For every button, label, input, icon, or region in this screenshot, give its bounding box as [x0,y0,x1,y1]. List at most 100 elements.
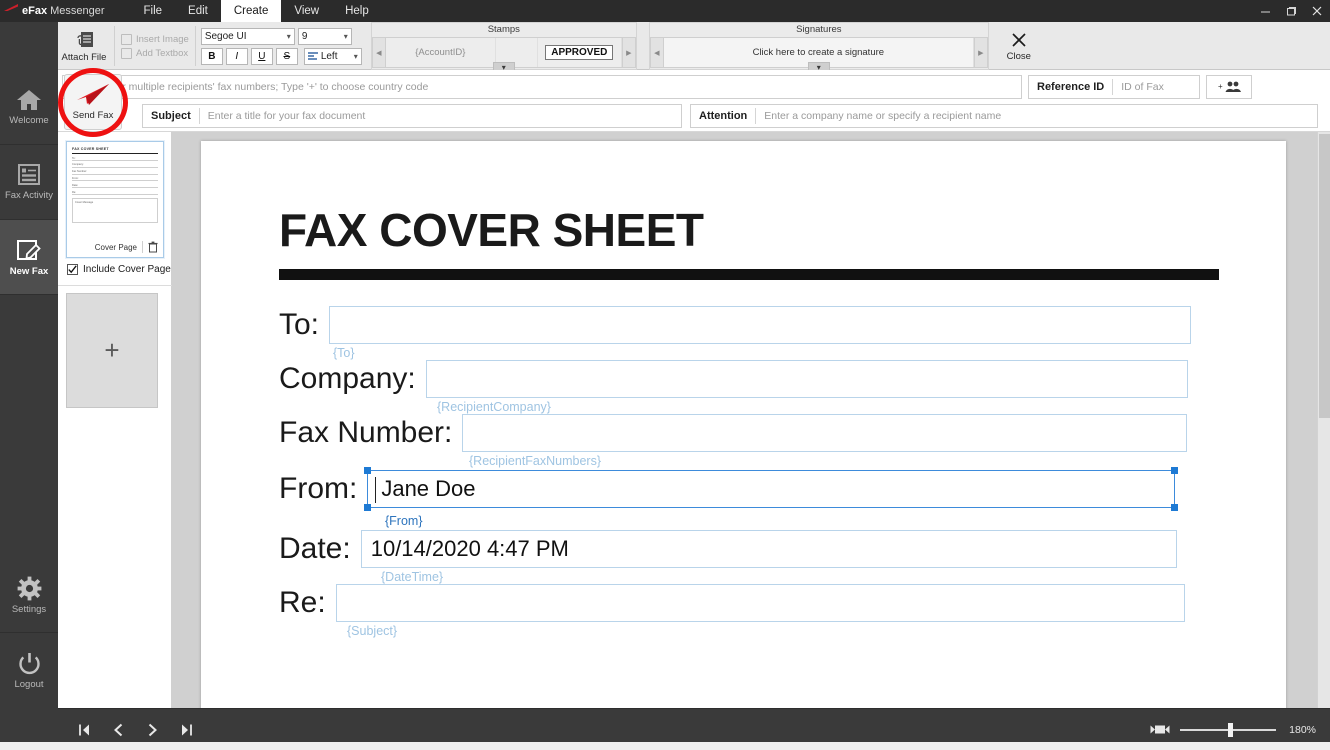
field-tag-from: {From} [385,514,1226,528]
include-cover-page-row[interactable]: Include Cover Page [67,264,171,275]
sidebar-bottom-group: Settings Logout [0,558,58,708]
menu-item-view[interactable]: View [281,0,332,22]
to-input[interactable]: Enter multiple recipients' fax numbers; … [93,76,1021,98]
insert-image-label: Insert Image [136,34,189,45]
selection-handle-bottom-left[interactable] [364,504,371,511]
last-page-button[interactable] [176,720,196,740]
field-label-re: Re: [279,586,326,620]
send-fax-button[interactable]: Send Fax [64,74,122,130]
recipient-row-to: To Enter multiple recipients' fax number… [58,70,1330,100]
cover-page-thumbnail[interactable]: FAX COVER SHEET To: Company: Fax Number:… [66,141,164,258]
menu-item-create[interactable]: Create [221,0,282,22]
attach-file-button[interactable]: Attach File [56,22,112,70]
menu-item-file[interactable]: File [131,0,176,22]
footer-divider [142,241,143,253]
zoom-slider[interactable] [1180,723,1276,737]
italic-button[interactable]: I [226,48,248,65]
sidebar-item-welcome[interactable]: Welcome [0,70,58,145]
title-rule [279,269,1219,280]
signatures-prev-button[interactable]: ◀ [650,37,664,68]
address-book-button[interactable]: + [1206,75,1252,99]
stamp-account-id[interactable]: {AccountID} [386,38,496,67]
zoom-level-value: 180% [1286,724,1316,736]
trash-icon[interactable] [148,241,158,253]
page-navigation [68,720,196,740]
cover-page-document[interactable]: FAX COVER SHEET To: {To} Company: {Recip… [201,141,1286,708]
field-input-date[interactable]: 10/14/2020 4:47 PM [361,530,1177,568]
menu-item-edit[interactable]: Edit [175,0,221,22]
strikethrough-button[interactable]: S [276,48,298,65]
include-cover-page-checkbox[interactable] [67,264,78,275]
fit-width-icon[interactable] [1150,723,1170,736]
stamps-group: Stamps ◀ {AccountID} APPROVED ▶ ▾ [371,22,637,70]
stamps-gallery: ◀ {AccountID} APPROVED ▶ ▾ [372,37,636,68]
stamps-next-button[interactable]: ▶ [622,37,636,68]
mini-line [72,160,158,161]
font-size-select[interactable]: 9 ▾ [298,28,352,45]
sidebar-item-fax-activity[interactable]: Fax Activity [0,145,58,220]
field-input-fax-number[interactable] [462,414,1187,452]
minimize-button[interactable] [1252,0,1278,22]
image-icon [121,34,132,45]
send-fax-label: Send Fax [73,110,114,121]
stamps-prev-button[interactable]: ◀ [372,37,386,68]
underline-button[interactable]: U [251,48,273,65]
field-input-re[interactable] [336,584,1185,622]
ribbon-group-font: Segoe UI ▾ 9 ▾ B I U S [198,22,365,70]
mini-rule [72,153,158,155]
ribbon-separator-1 [114,26,115,66]
field-input-company[interactable] [426,360,1188,398]
mini-message-label: Cover Message [75,201,157,204]
previous-page-button[interactable] [108,720,128,740]
first-page-button[interactable] [74,720,94,740]
window-bottom-strip [0,742,1330,750]
field-row-fax-number: Fax Number: [279,414,1226,452]
field-label-from: From: [279,472,357,506]
field-input-to[interactable] [329,306,1191,344]
align-select[interactable]: Left ▾ [304,48,362,65]
zoom-slider-knob[interactable] [1228,723,1233,737]
subject-input[interactable]: Enter a title for your fax document [200,105,681,127]
mini-line [72,194,158,195]
vertical-scrollbar[interactable] [1317,132,1330,708]
close-editor-button[interactable]: Close [995,22,1043,70]
selection-handle-bottom-right[interactable] [1171,504,1178,511]
maximize-button[interactable] [1278,0,1304,22]
close-button[interactable] [1304,0,1330,22]
selection-handle-top-left[interactable] [364,467,371,474]
selection-handle-top-right[interactable] [1171,467,1178,474]
insert-image-button[interactable]: Insert Image [121,34,189,45]
add-textbox-label: Add Textbox [136,48,188,59]
field-tag-to: {To} [333,346,1226,360]
menu-item-help[interactable]: Help [332,0,382,22]
app-brand: eFax Messenger [0,5,105,17]
mini-title: FAX COVER SHEET [72,147,158,151]
bold-button[interactable]: B [201,48,223,65]
reference-id-input[interactable]: ID of Fax [1113,76,1199,98]
attention-field[interactable]: Attention Enter a company name or specif… [690,104,1318,128]
reference-id-field[interactable]: Reference ID ID of Fax [1028,75,1200,99]
ribbon-toolbar: T Cover Page Attach File [0,22,1330,70]
attention-input[interactable]: Enter a company name or specify a recipi… [756,105,1317,127]
field-label-fax-number: Fax Number: [279,416,452,450]
scrollbar-thumb[interactable] [1319,134,1330,418]
sidebar-item-logout[interactable]: Logout [0,633,58,708]
attention-label: Attention [691,110,755,122]
to-field[interactable]: To Enter multiple recipients' fax number… [62,75,1022,99]
textbox-icon [121,48,132,59]
add-contacts-icon: + [1216,80,1242,94]
sidebar-item-new-fax[interactable]: New Fax [0,220,58,295]
font-family-select[interactable]: Segoe UI ▾ [201,28,295,45]
subject-field[interactable]: Subject Enter a title for your fax docum… [142,104,682,128]
next-page-button[interactable] [142,720,162,740]
add-page-button[interactable]: + [66,293,158,408]
field-input-from[interactable]: Jane Doe [367,470,1175,508]
font-row-bottom: B I U S Left ▾ [201,48,362,65]
stamp-approved[interactable]: APPROVED [538,38,622,67]
field-row-date: Date: 10/14/2020 4:47 PM [279,530,1226,568]
sidebar-item-settings[interactable]: Settings [0,558,58,633]
align-value: Left [321,51,338,62]
signatures-next-button[interactable]: ▶ [974,37,988,68]
add-textbox-button[interactable]: Add Textbox [121,48,189,59]
subject-label: Subject [143,110,199,122]
